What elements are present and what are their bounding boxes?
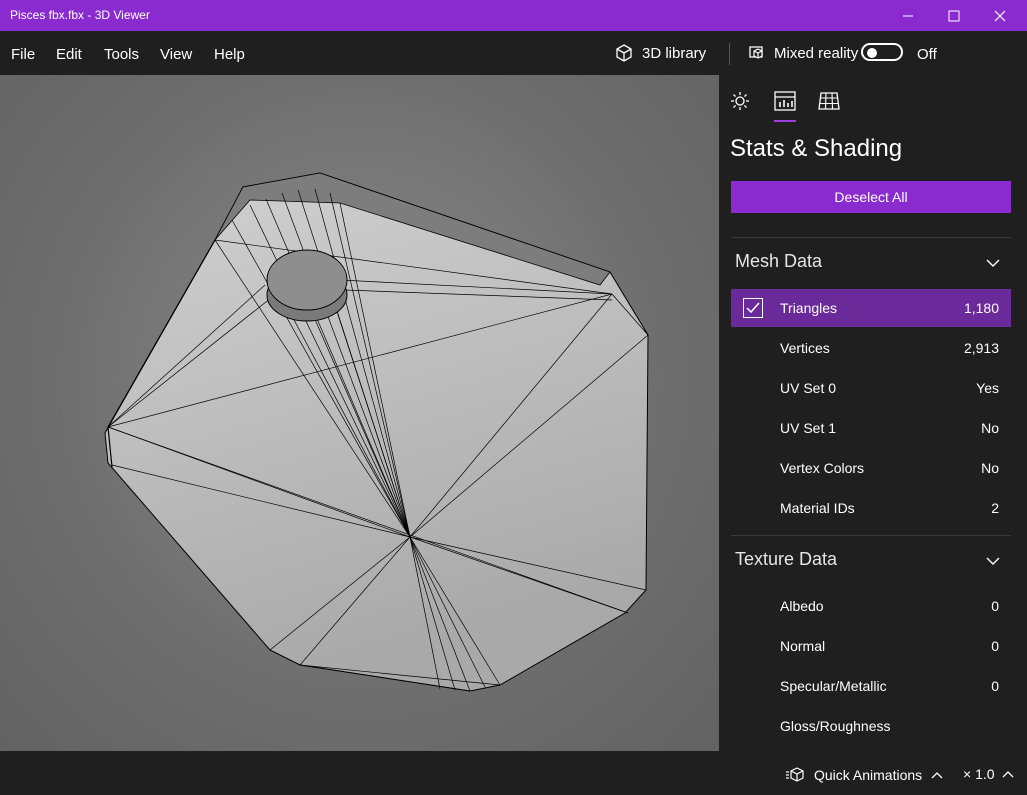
row-value: No bbox=[981, 460, 999, 476]
title-bar: Pisces fbx.fbx - 3D Viewer bbox=[0, 0, 1027, 31]
mesh-row-vertex-colors[interactable]: Vertex Colors No bbox=[731, 449, 1011, 487]
minimize-icon bbox=[903, 15, 913, 16]
checkmark-icon bbox=[746, 302, 760, 314]
speed-label: × 1.0 bbox=[963, 766, 995, 782]
tab-lighting[interactable] bbox=[728, 89, 752, 113]
window-title: Pisces fbx.fbx - 3D Viewer bbox=[10, 8, 150, 22]
chevron-up-icon bbox=[1002, 771, 1013, 778]
menu-tools[interactable]: Tools bbox=[104, 46, 139, 63]
menu-edit[interactable]: Edit bbox=[56, 46, 82, 63]
mesh-row-uv-set-1[interactable]: UV Set 1 No bbox=[731, 409, 1011, 447]
row-label: Material IDs bbox=[780, 500, 855, 516]
mesh-row-vertices[interactable]: Vertices 2,913 bbox=[731, 329, 1011, 367]
mesh-row-material-ids[interactable]: Material IDs 2 bbox=[731, 489, 1011, 527]
texture-data-header[interactable]: Texture Data bbox=[735, 549, 837, 570]
maximize-button[interactable] bbox=[931, 0, 977, 31]
row-value: 0 bbox=[991, 678, 999, 694]
toggle-state-label: Off bbox=[917, 46, 937, 63]
row-value: No bbox=[981, 420, 999, 436]
row-label: Albedo bbox=[780, 598, 824, 614]
maximize-icon bbox=[948, 10, 960, 21]
3d-viewport[interactable] bbox=[0, 75, 719, 751]
deselect-all-button[interactable]: Deselect All bbox=[731, 181, 1011, 213]
quick-animations-label: Quick Animations bbox=[814, 767, 923, 783]
menu-help[interactable]: Help bbox=[214, 46, 245, 63]
panel-title: Stats & Shading bbox=[730, 135, 903, 162]
row-label: Triangles bbox=[780, 300, 838, 316]
texture-row-gloss-roughness[interactable]: Gloss/Roughness bbox=[731, 707, 1011, 745]
row-label: UV Set 1 bbox=[780, 420, 837, 436]
mixed-reality-button[interactable]: Mixed reality bbox=[746, 43, 858, 63]
stats-panel: Stats & Shading Deselect All Mesh Data T… bbox=[719, 75, 1027, 751]
minimize-button[interactable] bbox=[885, 0, 931, 31]
mixed-reality-icon bbox=[749, 46, 763, 59]
texture-row-normal[interactable]: Normal 0 bbox=[731, 627, 1011, 665]
row-value: 2,913 bbox=[963, 340, 999, 356]
texture-row-specular-metallic[interactable]: Specular/Metallic 0 bbox=[731, 667, 1011, 705]
mesh-body bbox=[104, 172, 649, 692]
texture-row-albedo[interactable]: Albedo 0 bbox=[731, 587, 1011, 625]
row-value: 0 bbox=[991, 638, 999, 654]
row-value: Yes bbox=[976, 380, 999, 396]
menu-file[interactable]: File bbox=[11, 46, 35, 63]
grid-icon bbox=[818, 92, 840, 110]
chevron-up-icon bbox=[931, 772, 943, 779]
section-divider bbox=[731, 535, 1011, 536]
close-button[interactable] bbox=[977, 0, 1023, 31]
toolbar-divider bbox=[729, 43, 730, 65]
row-label: Vertex Colors bbox=[780, 460, 865, 476]
menu-bar: File Edit Tools View Help 3D library Mix… bbox=[0, 31, 1027, 75]
quick-animations-button[interactable]: Quick Animations bbox=[786, 766, 944, 784]
3d-library-button[interactable]: 3D library bbox=[614, 43, 706, 63]
stats-icon bbox=[774, 91, 796, 111]
sun-icon bbox=[731, 92, 749, 110]
active-tab-indicator bbox=[774, 120, 796, 122]
tab-grid[interactable] bbox=[817, 89, 841, 113]
row-label: UV Set 0 bbox=[780, 380, 837, 396]
animation-cube-icon bbox=[786, 767, 804, 782]
mesh-data-header[interactable]: Mesh Data bbox=[735, 251, 822, 272]
row-label: Gloss/Roughness bbox=[780, 718, 891, 734]
status-bar: Quick Animations × 1.0 bbox=[0, 751, 1027, 795]
chevron-down-icon[interactable] bbox=[985, 553, 1001, 569]
section-divider bbox=[731, 237, 1011, 238]
3d-library-label: 3D library bbox=[642, 44, 707, 62]
mesh-boss-top bbox=[266, 249, 348, 311]
3d-model-mesh[interactable] bbox=[0, 75, 719, 751]
triangles-checkbox[interactable] bbox=[743, 298, 763, 318]
toggle-knob bbox=[867, 48, 877, 58]
menu-view[interactable]: View bbox=[160, 46, 192, 63]
row-value: 1,180 bbox=[963, 300, 999, 316]
tab-stats[interactable] bbox=[773, 89, 797, 113]
playback-speed-button[interactable]: × 1.0 bbox=[963, 766, 1015, 782]
mesh-row-uv-set-0[interactable]: UV Set 0 Yes bbox=[731, 369, 1011, 407]
row-label: Vertices bbox=[780, 340, 830, 356]
close-icon bbox=[994, 10, 1006, 21]
row-value: 2 bbox=[991, 500, 999, 516]
row-label: Specular/Metallic bbox=[780, 678, 887, 694]
chevron-down-icon[interactable] bbox=[985, 255, 1001, 271]
mesh-row-triangles[interactable]: Triangles 1,180 bbox=[731, 289, 1011, 327]
row-value: 0 bbox=[991, 598, 999, 614]
row-label: Normal bbox=[780, 638, 826, 654]
cube-icon bbox=[616, 44, 632, 62]
mixed-reality-toggle[interactable] bbox=[861, 43, 903, 61]
mixed-reality-label: Mixed reality bbox=[774, 44, 859, 62]
